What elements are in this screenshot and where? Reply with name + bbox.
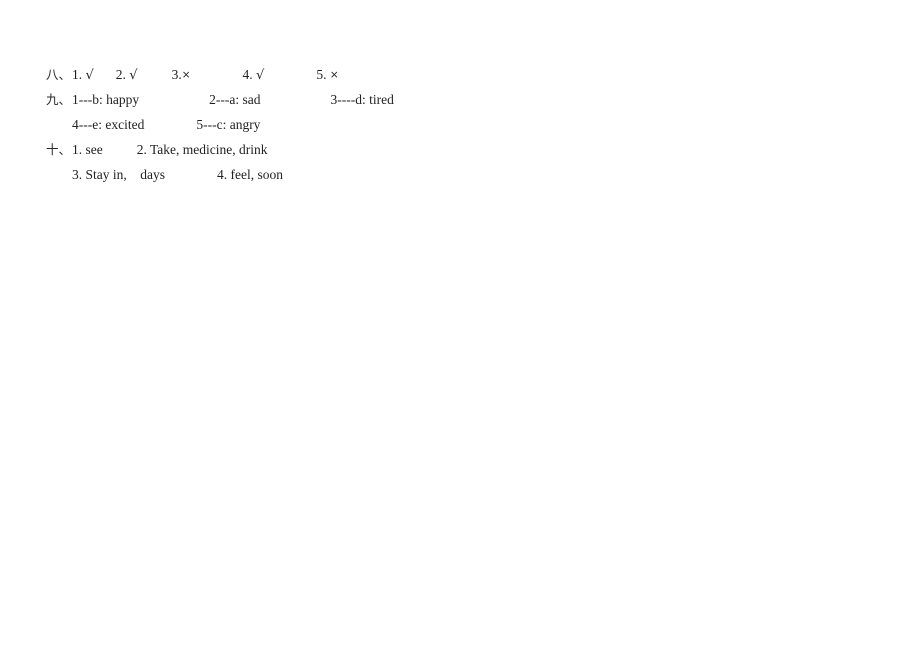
fill-answer: 3. Stay in, days bbox=[72, 167, 165, 182]
document-page: 八、1. √ 2. √ 3.× 4. √ 5. × 九、1---b: happy 2---… bbox=[0, 0, 920, 650]
fill-answer: 1. see bbox=[72, 142, 103, 157]
item-number: 5. bbox=[316, 67, 327, 82]
answer-line-section-10-cont: 3. Stay in, days 4. feel, soon bbox=[46, 162, 886, 187]
match-answer: 3----d: tired bbox=[330, 92, 394, 107]
match-answer: 5---c: angry bbox=[196, 117, 261, 132]
answer-item: 2. √ bbox=[116, 62, 138, 88]
item-number: 2. bbox=[115, 67, 126, 82]
answer-line-section-8: 八、1. √ 2. √ 3.× 4. √ 5. × bbox=[46, 62, 886, 87]
item-number: 1. bbox=[72, 67, 83, 82]
section-marker-10: 十、 bbox=[46, 142, 72, 157]
match-answer: 4---e: excited bbox=[72, 117, 145, 132]
answer-item: 1. √ bbox=[72, 62, 94, 88]
answer-key-body: 八、1. √ 2. √ 3.× 4. √ 5. × 九、1---b: happy 2---… bbox=[46, 62, 886, 187]
match-answer: 2---a: sad bbox=[209, 92, 261, 107]
answer-line-section-10: 十、1. see 2. Take, medicine, drink bbox=[46, 137, 886, 162]
check-mark-icon: √ bbox=[85, 68, 94, 83]
answer-item: 3.× bbox=[172, 62, 191, 88]
item-number: 4. bbox=[242, 67, 253, 82]
answer-line-section-9: 九、1---b: happy 2---a: sad 3----d: tired bbox=[46, 87, 886, 112]
section-marker-9: 九、 bbox=[46, 92, 72, 107]
fill-answer: 4. feel, soon bbox=[217, 167, 283, 182]
section-marker-8: 八、 bbox=[46, 67, 72, 82]
cross-mark-icon: × bbox=[329, 69, 339, 81]
answer-item: 5. × bbox=[316, 62, 338, 88]
check-mark-icon: √ bbox=[129, 68, 138, 83]
item-number: 3. bbox=[171, 67, 182, 82]
check-mark-icon: √ bbox=[256, 68, 265, 83]
match-answer: 1---b: happy bbox=[72, 92, 140, 107]
answer-line-section-9-cont: 4---e: excited 5---c: angry bbox=[46, 112, 886, 137]
cross-mark-icon: × bbox=[181, 69, 191, 81]
answer-item: 4. √ bbox=[243, 62, 265, 88]
fill-answer: 2. Take, medicine, drink bbox=[136, 142, 268, 157]
